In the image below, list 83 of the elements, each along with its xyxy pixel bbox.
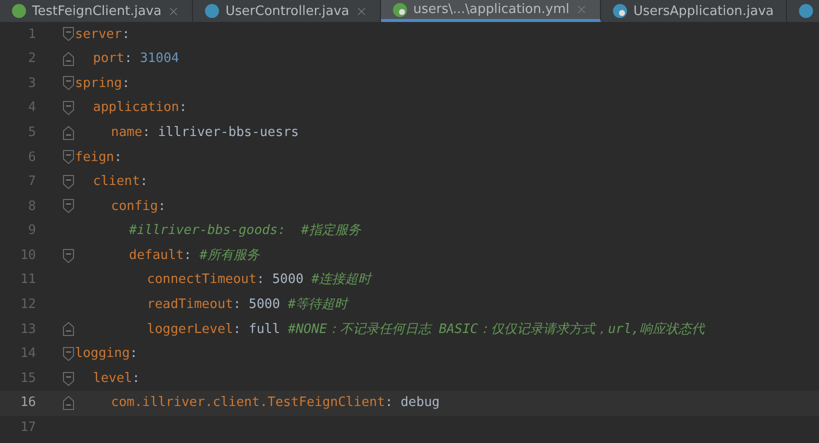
line-number: 2 [27, 50, 36, 68]
line-number: 11 [19, 271, 36, 290]
code-token: : [130, 345, 138, 364]
line-number: 3 [27, 74, 36, 93]
code-token: readTimeout [147, 296, 234, 314]
code-token: default [129, 246, 184, 265]
line-number: 4 [27, 99, 36, 118]
code-token: 5000 [248, 296, 280, 314]
code-token: debug [400, 394, 440, 412]
code-comment: #所有服务 [199, 246, 260, 265]
code-token: 31004 [140, 50, 180, 68]
code-token: server [75, 26, 122, 44]
fold-marker-icon[interactable] [63, 101, 74, 116]
fold-marker-icon[interactable] [63, 199, 74, 214]
editor-tab[interactable]: users\...\application.yml [381, 0, 602, 22]
code-token: connectTimeout [147, 271, 257, 290]
code-token: level [93, 370, 132, 388]
code-token: : [122, 74, 130, 93]
code-token: illriver-bbs-uesrs [158, 124, 299, 142]
code-token: logging [75, 345, 130, 364]
file-type-icon [12, 4, 26, 18]
code-token: feign [75, 148, 114, 167]
code-token: : [122, 26, 130, 44]
line-number: 15 [19, 370, 36, 388]
line-number: 1 [27, 26, 36, 44]
line-number: 6 [27, 148, 36, 167]
code-token: : [132, 370, 140, 388]
file-type-icon [205, 4, 220, 18]
line-number: 13 [19, 320, 36, 339]
fold-marker-icon[interactable] [63, 372, 74, 386]
fold-marker-icon[interactable] [63, 174, 74, 189]
fold-marker-icon[interactable] [63, 126, 74, 140]
code-comment: #NONE：不记录任何日志 BASIC：仅仅记录请求方式，url,响应状态代 [286, 320, 704, 339]
file-type-icon [798, 4, 813, 18]
line-number: 14 [19, 345, 36, 364]
code-token: : [114, 148, 122, 167]
fold-marker-icon[interactable] [63, 347, 74, 362]
fold-marker-icon[interactable] [63, 322, 74, 336]
fold-marker-icon[interactable] [63, 396, 74, 410]
line-number: 9 [27, 222, 36, 240]
tab-label: UserController.java [225, 4, 350, 18]
code-token: spring [75, 74, 122, 93]
code-token: application [93, 99, 180, 118]
fold-marker-icon[interactable] [63, 150, 74, 164]
code-token: : [158, 198, 166, 216]
line-number: 12 [19, 296, 36, 314]
code-token: : [179, 99, 187, 118]
code-token: com.illriver.client.TestFeignClient [111, 394, 385, 412]
fold-marker-icon[interactable] [63, 27, 74, 42]
fold-marker-icon[interactable] [63, 52, 74, 66]
editor-tab[interactable]: UserController.java [193, 0, 382, 22]
line-number: 7 [27, 173, 36, 192]
line-number: 16 [19, 394, 36, 412]
fold-marker-icon[interactable] [63, 76, 74, 90]
code-token: : [124, 50, 134, 68]
code-token: loggerLevel [147, 320, 234, 339]
fold-marker-icon[interactable] [63, 248, 74, 263]
tab-label: users\...\application.yml [413, 3, 570, 16]
code-token: : [184, 246, 193, 265]
code-comment: #连接超时 [310, 271, 372, 290]
line-number: 10 [19, 246, 36, 265]
editor-tab[interactable]: TestFeignClient.java [0, 0, 194, 22]
code-token: : [140, 173, 148, 192]
editor-tab[interactable]: UsersApplication.java [601, 0, 787, 22]
code-token: config [111, 198, 158, 216]
code-token: : [233, 320, 242, 339]
code-token: name [111, 124, 142, 142]
code-token: full [248, 320, 280, 339]
tab-label: TestFeignClient.java [32, 4, 162, 18]
code-token: port [93, 50, 124, 68]
line-number: 5 [27, 124, 36, 142]
code-comment: #illriver-bbs-goods: #指定服务 [129, 222, 362, 240]
code-token: : [142, 124, 152, 142]
code-token: : [256, 271, 266, 290]
file-type-icon [613, 4, 628, 18]
code-token: : [233, 296, 242, 314]
code-token: : [384, 394, 394, 412]
code-comment: #等待超时 [286, 296, 348, 314]
line-number: 8 [27, 198, 36, 216]
code-token: client [93, 173, 140, 192]
line-number: 17 [19, 419, 36, 438]
code-token: 5000 [272, 271, 304, 290]
tab-label: UsersApplication.java [633, 4, 774, 18]
